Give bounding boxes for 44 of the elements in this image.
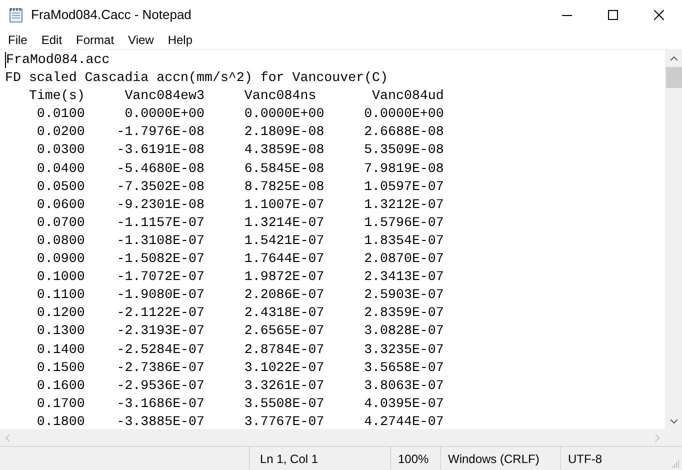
text-line: 0.0700 -1.1157E-07 1.3214E-07 1.5796E-07 — [36, 214, 444, 232]
scroll-left-icon[interactable] — [5, 434, 10, 442]
text-line: 0.1700 -3.1686E-07 3.5508E-07 4.0395E-07 — [36, 394, 444, 413]
text-line: 0.1600 -2.9536E-07 3.3261E-07 3.8063E-07 — [36, 376, 444, 395]
horizontal-scrollbar[interactable] — [0, 429, 665, 446]
scroll-right-icon[interactable] — [655, 434, 660, 442]
resize-grip-icon[interactable] — [672, 460, 680, 468]
text-line: 0.1000 -1.7072E-07 1.9872E-07 2.3413E-07 — [36, 268, 444, 286]
text-line: 0.0400 -5.4680E-08 6.5845E-08 7.9819E-08 — [36, 160, 444, 178]
scroll-thumb[interactable] — [666, 67, 682, 88]
menu-item[interactable]: Edit — [34, 30, 70, 48]
text-line: 0.0100 0.0000E+00 0.0000E+00 0.0000E+00 — [36, 105, 444, 124]
text-line: 0.0800 -1.3108E-07 1.5421E-07 1.8354E-07 — [36, 232, 444, 250]
zoom-level: 100% — [398, 450, 429, 468]
text-line: 0.0600 -9.2301E-08 1.1007E-07 1.3212E-07 — [36, 196, 444, 214]
text-line: 0.1500 -2.7386E-07 3.1022E-07 3.5658E-07 — [36, 358, 444, 377]
text-cursor — [5, 52, 6, 68]
text-line: 0.0500 -7.3502E-08 8.7825E-08 1.0597E-07 — [36, 178, 444, 196]
window-title: FraMod084.Cacc - Notepad — [31, 6, 192, 24]
text-line: 0.1800 -3.3885E-07 3.7767E-07 4.2744E-07 — [36, 412, 444, 429]
menu-item[interactable]: File — [1, 30, 34, 48]
notepad-icon — [9, 7, 23, 23]
text-line: 0.1100 -1.9080E-07 2.2086E-07 2.5903E-07 — [36, 286, 444, 304]
text-line: FraMod084.acc — [6, 51, 110, 69]
menu-item[interactable]: View — [121, 30, 161, 48]
vertical-scrollbar[interactable] — [665, 50, 682, 446]
text-line: Time(s) Vanc084ew3 Vanc084ns Vanc084ud — [28, 87, 444, 106]
scroll-down-icon[interactable] — [670, 419, 678, 424]
text-line: 0.0900 -1.5082E-07 1.7644E-07 2.0870E-07 — [36, 250, 444, 268]
text-line: 0.0300 -3.6191E-08 4.3859E-08 5.3509E-08 — [36, 141, 444, 160]
encoding: UTF-8 — [568, 450, 602, 468]
menu-item[interactable]: Help — [160, 30, 200, 48]
text-line: 0.1400 -2.5284E-07 2.8784E-07 3.3235E-07 — [36, 340, 444, 358]
menu-item[interactable]: Format — [69, 30, 122, 48]
line-endings: Windows (CRLF) — [448, 450, 540, 468]
text-line: 0.1200 -2.1122E-07 2.4318E-07 2.8359E-07 — [36, 304, 444, 322]
minimize-icon — [562, 14, 572, 16]
text-line: FD scaled Cascadia accn(mm/s^2) for Vancouver(C) — [5, 69, 388, 88]
close-icon — [654, 10, 664, 20]
text-line: 0.1300 -2.3193E-07 2.6565E-07 3.0828E-07 — [36, 322, 444, 340]
maximize-icon — [608, 10, 618, 20]
text-line: 0.0200 -1.7976E-08 2.1809E-08 2.6688E-08 — [36, 123, 444, 142]
scroll-up-icon[interactable] — [670, 56, 678, 61]
cursor-position: Ln 1, Col 1 — [260, 450, 318, 468]
